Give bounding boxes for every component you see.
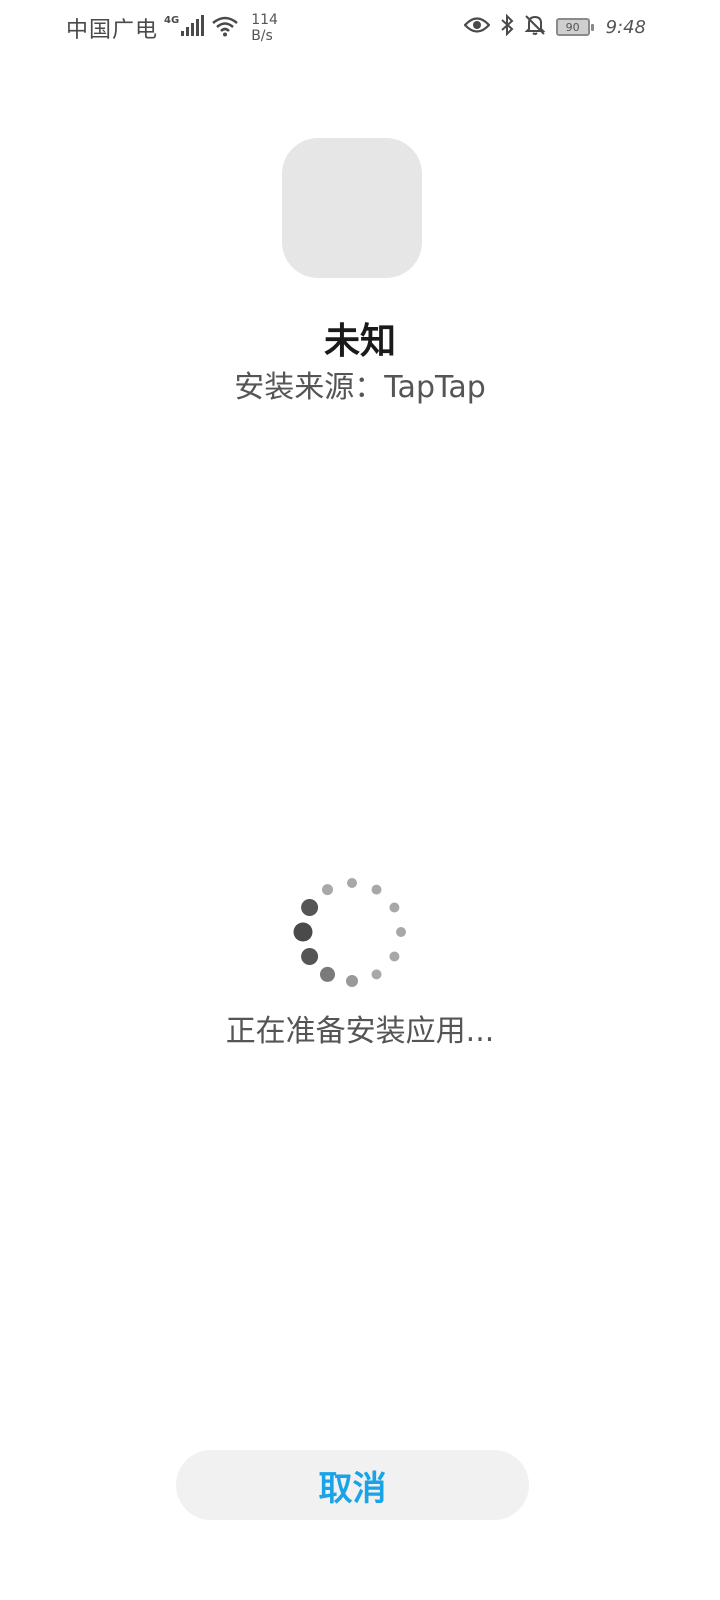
network-speed-unit: B/s [251,28,273,44]
bluetooth-icon [500,13,514,40]
wifi-icon [211,15,239,41]
app-name: 未知 [323,321,396,362]
status-bar-right: 90 9:48 [463,12,646,42]
bell-muted-icon [524,14,546,40]
status-bar: 中国广电 4G 114 B/s 90 9:48 [0,0,720,56]
network-speed: 114 B/s [251,12,278,44]
app-icon [282,138,422,278]
loading-spinner-icon [290,870,414,994]
signal-icon [181,15,205,41]
network-type: 4G [164,14,180,26]
carrier-name: 中国广电 [66,18,159,43]
network-speed-value: 114 [251,12,278,28]
install-status-text: 正在准备安装应用... [225,1014,495,1049]
battery-icon: 90 [555,18,594,36]
install-source: 安装来源：TapTap [234,370,486,405]
cancel-button[interactable]: 取消 [176,1450,529,1520]
eye-icon [463,16,491,38]
clock: 9:48 [605,16,646,38]
battery-level: 90 [565,20,580,34]
status-bar-left: 中国广电 4G 114 B/s [66,10,278,46]
